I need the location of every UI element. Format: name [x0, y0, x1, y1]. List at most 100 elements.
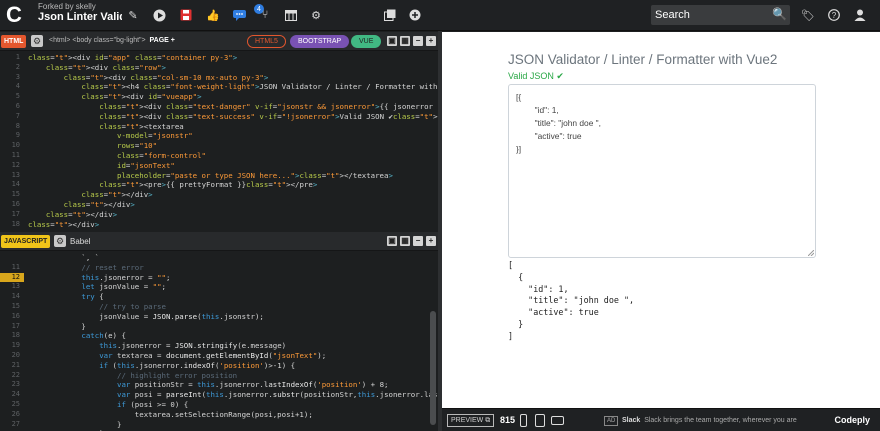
- code-line[interactable]: try {: [28, 292, 103, 302]
- bootstrap-pill[interactable]: BOOTSTRAP: [290, 35, 350, 48]
- code-line[interactable]: class="t"><pre>{{ prettyFormat }}class="…: [28, 180, 317, 190]
- line-number[interactable]: 14: [0, 292, 24, 302]
- line-number[interactable]: 10: [0, 141, 24, 151]
- line-number[interactable]: 23: [0, 380, 24, 390]
- desktop-icon[interactable]: [551, 416, 564, 425]
- line-number[interactable]: 15: [0, 190, 24, 200]
- line-number[interactable]: 19: [0, 341, 24, 351]
- maximize-panel-icon[interactable]: +: [426, 36, 436, 46]
- line-number[interactable]: 16: [0, 200, 24, 210]
- line-number[interactable]: 27: [0, 420, 24, 430]
- json-textarea[interactable]: [{ "id": 1, "title": "john doe ", "activ…: [508, 84, 816, 258]
- search-icon[interactable]: 🔍: [772, 7, 787, 21]
- breadcrumb-html[interactable]: <html>: [49, 37, 70, 44]
- project-title[interactable]: Json Linter Validat...: [38, 11, 122, 23]
- code-line[interactable]: class="t"><div class="row">: [28, 63, 166, 73]
- breadcrumb-body[interactable]: <body class="bg-light">: [72, 37, 145, 44]
- code-line[interactable]: let jsonValue = "";: [28, 282, 166, 292]
- preview-button[interactable]: PREVIEW ⧉: [447, 414, 495, 427]
- codeply-logo[interactable]: C: [6, 4, 28, 26]
- line-number[interactable]: 18: [0, 331, 24, 341]
- fork-icon[interactable]: ⑂: [258, 8, 272, 22]
- js-code-editor[interactable]: `, ` 11 // reset error 12 this.jsonerror =…: [0, 251, 438, 431]
- code-line[interactable]: // try to parse: [28, 302, 166, 312]
- phone-icon[interactable]: [520, 414, 527, 427]
- tag-icon[interactable]: 🏷: [801, 8, 815, 22]
- line-number[interactable]: 2: [0, 63, 24, 73]
- line-number[interactable]: 8: [0, 122, 24, 132]
- line-number[interactable]: 12: [0, 272, 24, 283]
- json-textarea-value[interactable]: [{ "id": 1, "title": "john doe ", "activ…: [516, 91, 601, 156]
- code-line[interactable]: if (posi >= 0) {: [28, 400, 188, 410]
- code-line[interactable]: class="t"><div class="col-sm-10 mx-auto …: [28, 73, 269, 83]
- line-number[interactable]: 20: [0, 351, 24, 361]
- code-line[interactable]: class="t"><div id="app" class="container…: [28, 53, 237, 63]
- code-line[interactable]: class="t"><div class="text-success" v-if…: [28, 112, 438, 122]
- chat-icon[interactable]: [232, 8, 246, 22]
- js-settings-icon[interactable]: ⚙: [54, 235, 66, 247]
- run-icon[interactable]: [152, 8, 166, 22]
- code-line[interactable]: this.jsonerror = JSON.stringify(e.messag…: [28, 341, 286, 351]
- line-number[interactable]: 7: [0, 112, 24, 122]
- line-number[interactable]: 17: [0, 210, 24, 220]
- line-number[interactable]: 26: [0, 410, 24, 420]
- code-line[interactable]: var textarea = document.getElementById("…: [28, 351, 326, 361]
- vue-pill[interactable]: VUE: [351, 35, 382, 48]
- code-line[interactable]: v-model="jsonstr": [28, 131, 193, 141]
- ad-text[interactable]: Slack Slack brings the team together, wh…: [622, 417, 797, 424]
- code-line[interactable]: rows="10": [28, 141, 157, 151]
- code-line[interactable]: placeholder="paste or type JSON here..."…: [28, 171, 393, 181]
- code-line[interactable]: class="t"><div class="text-danger" v-if=…: [28, 102, 438, 112]
- js-preprocessor[interactable]: Babel: [70, 237, 90, 246]
- line-number[interactable]: 13: [0, 282, 24, 292]
- code-line[interactable]: `, `: [28, 253, 99, 263]
- code-line[interactable]: class="form-control": [28, 151, 206, 161]
- html-code-editor[interactable]: 1 class="t"><div id="app" class="containe…: [0, 51, 438, 235]
- line-number[interactable]: 4: [0, 82, 24, 92]
- line-number[interactable]: 18: [0, 220, 24, 230]
- code-line[interactable]: id="jsonText": [28, 161, 175, 171]
- like-icon[interactable]: 👍: [206, 8, 220, 22]
- line-number[interactable]: 24: [0, 390, 24, 400]
- line-number[interactable]: 13: [0, 171, 24, 181]
- html-settings-icon[interactable]: ⚙: [31, 35, 43, 47]
- line-number[interactable]: 15: [0, 302, 24, 312]
- html-tab[interactable]: HTML: [1, 35, 27, 48]
- codeply-brand[interactable]: Codeply: [834, 415, 870, 425]
- code-line[interactable]: class="t"></div>: [28, 220, 99, 230]
- copy-panel-icon[interactable]: ▣: [387, 36, 397, 46]
- page-plus-button[interactable]: PAGE +: [150, 37, 175, 44]
- code-line[interactable]: if (this.jsonerror.indexOf('position')>-…: [28, 361, 295, 371]
- code-line[interactable]: var positionStr = this.jsonerror.lastInd…: [28, 380, 388, 390]
- line-number[interactable]: 5: [0, 92, 24, 102]
- code-line[interactable]: this.jsonerror = "";: [28, 273, 170, 283]
- code-line[interactable]: class="t"><h4 class="font-weight-light">…: [28, 82, 438, 92]
- line-number[interactable]: 1: [0, 53, 24, 63]
- search-input[interactable]: Search 🔍: [651, 5, 790, 25]
- javascript-tab[interactable]: JAVASCRIPT: [1, 235, 51, 248]
- code-line[interactable]: var posi = parseInt(this.jsonerror.subst…: [28, 390, 438, 400]
- html5-pill[interactable]: HTML5: [247, 35, 286, 48]
- grid-panel-icon[interactable]: ▦: [400, 36, 410, 46]
- line-number[interactable]: 12: [0, 161, 24, 171]
- help-icon[interactable]: ?: [827, 8, 841, 22]
- copy-icon[interactable]: [383, 8, 397, 22]
- code-line[interactable]: }: [28, 322, 85, 332]
- line-number[interactable]: 25: [0, 400, 24, 410]
- minimize-panel-icon[interactable]: −: [413, 36, 423, 46]
- line-number[interactable]: 11: [0, 151, 24, 161]
- line-number[interactable]: 9: [0, 131, 24, 141]
- code-line[interactable]: class="t"></div>: [28, 190, 152, 200]
- code-line[interactable]: class="t"><textarea: [28, 122, 184, 132]
- code-line[interactable]: catch(e) {: [28, 331, 126, 341]
- line-number[interactable]: 6: [0, 102, 24, 112]
- js-copy-panel-icon[interactable]: ▣: [387, 236, 397, 246]
- code-line[interactable]: jsonValue = JSON.parse(this.jsonstr);: [28, 312, 264, 322]
- js-minimize-panel-icon[interactable]: −: [413, 236, 423, 246]
- js-maximize-panel-icon[interactable]: +: [426, 236, 436, 246]
- line-number[interactable]: 17: [0, 322, 24, 332]
- save-icon[interactable]: [179, 8, 193, 22]
- pencil-icon[interactable]: ✎: [126, 8, 140, 22]
- code-line[interactable]: }: [28, 420, 121, 430]
- code-line[interactable]: textarea.setSelectionRange(posi,posi+1);: [28, 410, 313, 420]
